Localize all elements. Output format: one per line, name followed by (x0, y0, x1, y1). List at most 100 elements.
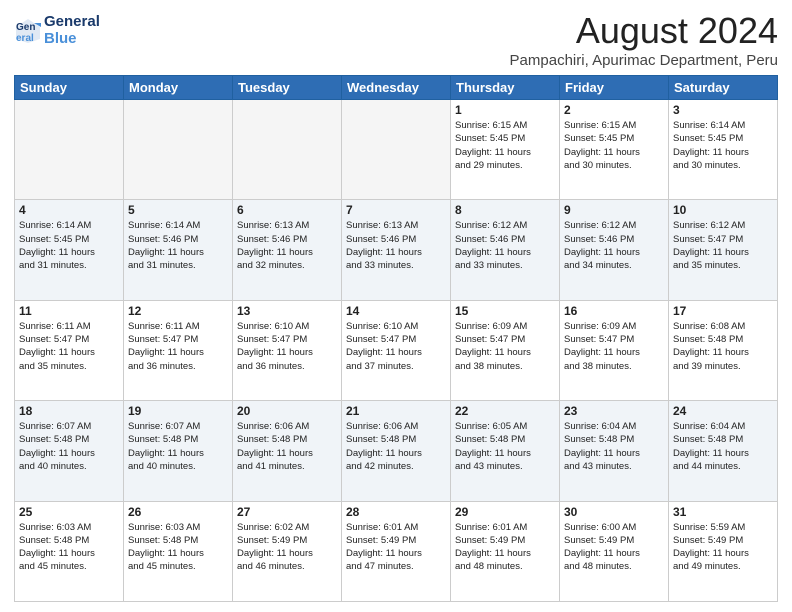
calendar-cell: 1 Sunrise: 6:15 AM Sunset: 5:45 PM Daylig… (451, 100, 560, 200)
day-number: 3 (673, 103, 773, 117)
day-info: Sunrise: 6:02 AM Sunset: 5:49 PM Dayligh… (237, 521, 337, 574)
main-title: August 2024 (510, 10, 778, 52)
day-info: Sunrise: 6:14 AM Sunset: 5:46 PM Dayligh… (128, 219, 228, 272)
day-info: Sunrise: 6:15 AM Sunset: 5:45 PM Dayligh… (564, 119, 664, 172)
calendar-week-row: 4Sunrise: 6:14 AM Sunset: 5:45 PM Daylig… (15, 200, 778, 300)
day-info: Sunrise: 6:12 AM Sunset: 5:47 PM Dayligh… (673, 219, 773, 272)
svg-text:Gen: Gen (16, 22, 35, 33)
day-number: 1 (455, 103, 555, 117)
column-header-tuesday: Tuesday (233, 76, 342, 100)
day-number: 29 (455, 505, 555, 519)
title-block: August 2024 Pampachiri, Apurimac Departm… (510, 10, 778, 69)
calendar-cell: 7 Sunrise: 6:13 AM Sunset: 5:46 PM Daylig… (342, 200, 451, 300)
calendar-cell: 14 Sunrise: 6:10 AM Sunset: 5:47 PM Dayli… (342, 300, 451, 400)
calendar-cell: 5 Sunrise: 6:14 AM Sunset: 5:46 PM Daylig… (124, 200, 233, 300)
column-header-friday: Friday (560, 76, 669, 100)
day-number: 9 (564, 203, 664, 217)
calendar-cell (15, 100, 124, 200)
logo-line1: General (44, 14, 100, 31)
logo-line2: Blue (44, 31, 100, 48)
calendar-cell: 12Sunrise: 6:11 AM Sunset: 5:47 PM Dayli… (124, 300, 233, 400)
calendar-week-row: 1 Sunrise: 6:15 AM Sunset: 5:45 PM Daylig… (15, 100, 778, 200)
column-header-saturday: Saturday (669, 76, 778, 100)
day-info: Sunrise: 6:13 AM Sunset: 5:46 PM Dayligh… (346, 219, 446, 272)
day-info: Sunrise: 6:10 AM Sunset: 5:47 PM Dayligh… (346, 320, 446, 373)
day-info: Sunrise: 6:06 AM Sunset: 5:48 PM Dayligh… (237, 420, 337, 473)
day-info: Sunrise: 6:08 AM Sunset: 5:48 PM Dayligh… (673, 320, 773, 373)
calendar-cell: 18 Sunrise: 6:07 AM Sunset: 5:48 PM Dayli… (15, 401, 124, 501)
day-number: 19 (128, 404, 228, 418)
calendar-cell: 9 Sunrise: 6:12 AM Sunset: 5:46 PM Daylig… (560, 200, 669, 300)
day-number: 21 (346, 404, 446, 418)
column-header-wednesday: Wednesday (342, 76, 451, 100)
day-number: 24 (673, 404, 773, 418)
day-number: 6 (237, 203, 337, 217)
column-header-sunday: Sunday (15, 76, 124, 100)
day-info: Sunrise: 6:13 AM Sunset: 5:46 PM Dayligh… (237, 219, 337, 272)
calendar-cell: 15Sunrise: 6:09 AM Sunset: 5:47 PM Dayli… (451, 300, 560, 400)
day-info: Sunrise: 6:03 AM Sunset: 5:48 PM Dayligh… (19, 521, 119, 574)
calendar-cell: 27Sunrise: 6:02 AM Sunset: 5:49 PM Dayli… (233, 501, 342, 601)
day-info: Sunrise: 6:15 AM Sunset: 5:45 PM Dayligh… (455, 119, 555, 172)
calendar-cell: 30Sunrise: 6:00 AM Sunset: 5:49 PM Dayli… (560, 501, 669, 601)
day-number: 20 (237, 404, 337, 418)
day-number: 25 (19, 505, 119, 519)
calendar-cell: 19 Sunrise: 6:07 AM Sunset: 5:48 PM Dayli… (124, 401, 233, 501)
day-info: Sunrise: 6:09 AM Sunset: 5:47 PM Dayligh… (455, 320, 555, 373)
calendar-week-row: 18 Sunrise: 6:07 AM Sunset: 5:48 PM Dayli… (15, 401, 778, 501)
day-info: Sunrise: 6:11 AM Sunset: 5:47 PM Dayligh… (19, 320, 119, 373)
day-info: Sunrise: 6:12 AM Sunset: 5:46 PM Dayligh… (455, 219, 555, 272)
day-info: Sunrise: 6:12 AM Sunset: 5:46 PM Dayligh… (564, 219, 664, 272)
day-number: 28 (346, 505, 446, 519)
calendar-cell: 22Sunrise: 6:05 AM Sunset: 5:48 PM Dayli… (451, 401, 560, 501)
day-number: 31 (673, 505, 773, 519)
day-info: Sunrise: 6:07 AM Sunset: 5:48 PM Dayligh… (128, 420, 228, 473)
calendar-cell: 4Sunrise: 6:14 AM Sunset: 5:45 PM Daylig… (15, 200, 124, 300)
day-info: Sunrise: 6:04 AM Sunset: 5:48 PM Dayligh… (564, 420, 664, 473)
logo: Gen eral General Blue (14, 14, 100, 47)
day-info: Sunrise: 6:03 AM Sunset: 5:48 PM Dayligh… (128, 521, 228, 574)
calendar-cell: 3 Sunrise: 6:14 AM Sunset: 5:45 PM Daylig… (669, 100, 778, 200)
column-header-monday: Monday (124, 76, 233, 100)
calendar-table: SundayMondayTuesdayWednesdayThursdayFrid… (14, 75, 778, 602)
calendar-cell: 2 Sunrise: 6:15 AM Sunset: 5:45 PM Daylig… (560, 100, 669, 200)
calendar-cell: 13Sunrise: 6:10 AM Sunset: 5:47 PM Dayli… (233, 300, 342, 400)
column-header-thursday: Thursday (451, 76, 560, 100)
calendar-cell (124, 100, 233, 200)
calendar-cell (233, 100, 342, 200)
day-info: Sunrise: 6:01 AM Sunset: 5:49 PM Dayligh… (346, 521, 446, 574)
day-info: Sunrise: 6:05 AM Sunset: 5:48 PM Dayligh… (455, 420, 555, 473)
day-number: 13 (237, 304, 337, 318)
calendar-week-row: 11Sunrise: 6:11 AM Sunset: 5:47 PM Dayli… (15, 300, 778, 400)
calendar-cell: 21Sunrise: 6:06 AM Sunset: 5:48 PM Dayli… (342, 401, 451, 501)
day-number: 16 (564, 304, 664, 318)
calendar-cell: 29 Sunrise: 6:01 AM Sunset: 5:49 PM Dayli… (451, 501, 560, 601)
page: Gen eral General Blue August 2024 Pampac… (0, 0, 792, 612)
day-info: Sunrise: 6:09 AM Sunset: 5:47 PM Dayligh… (564, 320, 664, 373)
day-info: Sunrise: 6:14 AM Sunset: 5:45 PM Dayligh… (19, 219, 119, 272)
calendar-cell: 20 Sunrise: 6:06 AM Sunset: 5:48 PM Dayli… (233, 401, 342, 501)
day-number: 5 (128, 203, 228, 217)
day-number: 14 (346, 304, 446, 318)
day-number: 7 (346, 203, 446, 217)
day-info: Sunrise: 6:14 AM Sunset: 5:45 PM Dayligh… (673, 119, 773, 172)
day-number: 26 (128, 505, 228, 519)
day-number: 8 (455, 203, 555, 217)
day-number: 2 (564, 103, 664, 117)
day-info: Sunrise: 6:01 AM Sunset: 5:49 PM Dayligh… (455, 521, 555, 574)
calendar-cell: 28 Sunrise: 6:01 AM Sunset: 5:49 PM Dayli… (342, 501, 451, 601)
day-number: 10 (673, 203, 773, 217)
day-number: 17 (673, 304, 773, 318)
calendar-cell: 17 Sunrise: 6:08 AM Sunset: 5:48 PM Dayli… (669, 300, 778, 400)
calendar-cell (342, 100, 451, 200)
day-info: Sunrise: 6:07 AM Sunset: 5:48 PM Dayligh… (19, 420, 119, 473)
calendar-header-row: SundayMondayTuesdayWednesdayThursdayFrid… (15, 76, 778, 100)
calendar-cell: 25 Sunrise: 6:03 AM Sunset: 5:48 PM Dayli… (15, 501, 124, 601)
subtitle: Pampachiri, Apurimac Department, Peru (510, 52, 778, 69)
calendar-cell: 31Sunrise: 5:59 AM Sunset: 5:49 PM Dayli… (669, 501, 778, 601)
calendar-cell: 24Sunrise: 6:04 AM Sunset: 5:48 PM Dayli… (669, 401, 778, 501)
calendar-cell: 8 Sunrise: 6:12 AM Sunset: 5:46 PM Daylig… (451, 200, 560, 300)
day-number: 18 (19, 404, 119, 418)
calendar-cell: 10 Sunrise: 6:12 AM Sunset: 5:47 PM Dayli… (669, 200, 778, 300)
logo-icon: Gen eral (14, 17, 42, 45)
